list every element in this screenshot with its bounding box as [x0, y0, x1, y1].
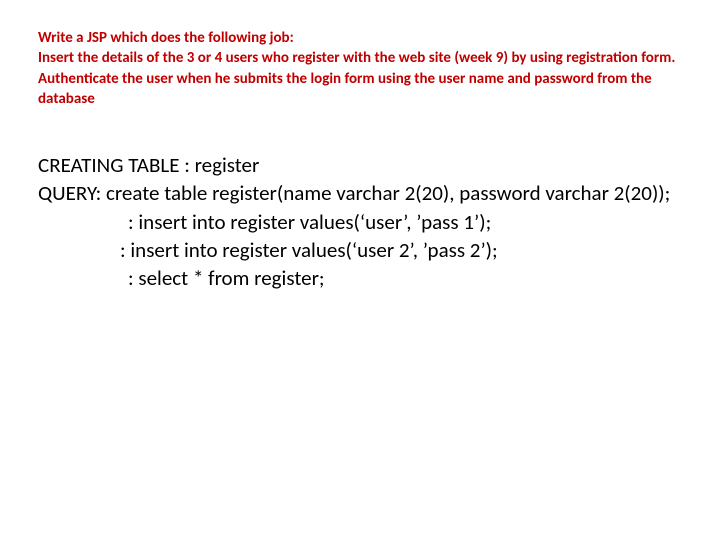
query-insert-1: : insert into register values(‘user’, ’p… — [38, 208, 682, 236]
slide-body: CREATING TABLE : register QUERY: create … — [38, 151, 682, 293]
heading-line-2: Insert the details of the 3 or 4 users w… — [38, 49, 675, 108]
create-table-line: CREATING TABLE : register — [38, 151, 682, 179]
query-insert-2: : insert into register values(‘user 2’, … — [38, 236, 682, 264]
heading-line-1: Write a JSP which does the following job… — [38, 29, 294, 47]
query-create-line: QUERY: create table register(name varcha… — [38, 179, 682, 207]
slide-heading: Write a JSP which does the following job… — [38, 28, 682, 109]
slide: Write a JSP which does the following job… — [0, 0, 720, 540]
query-select: : select * from register; — [38, 264, 682, 292]
